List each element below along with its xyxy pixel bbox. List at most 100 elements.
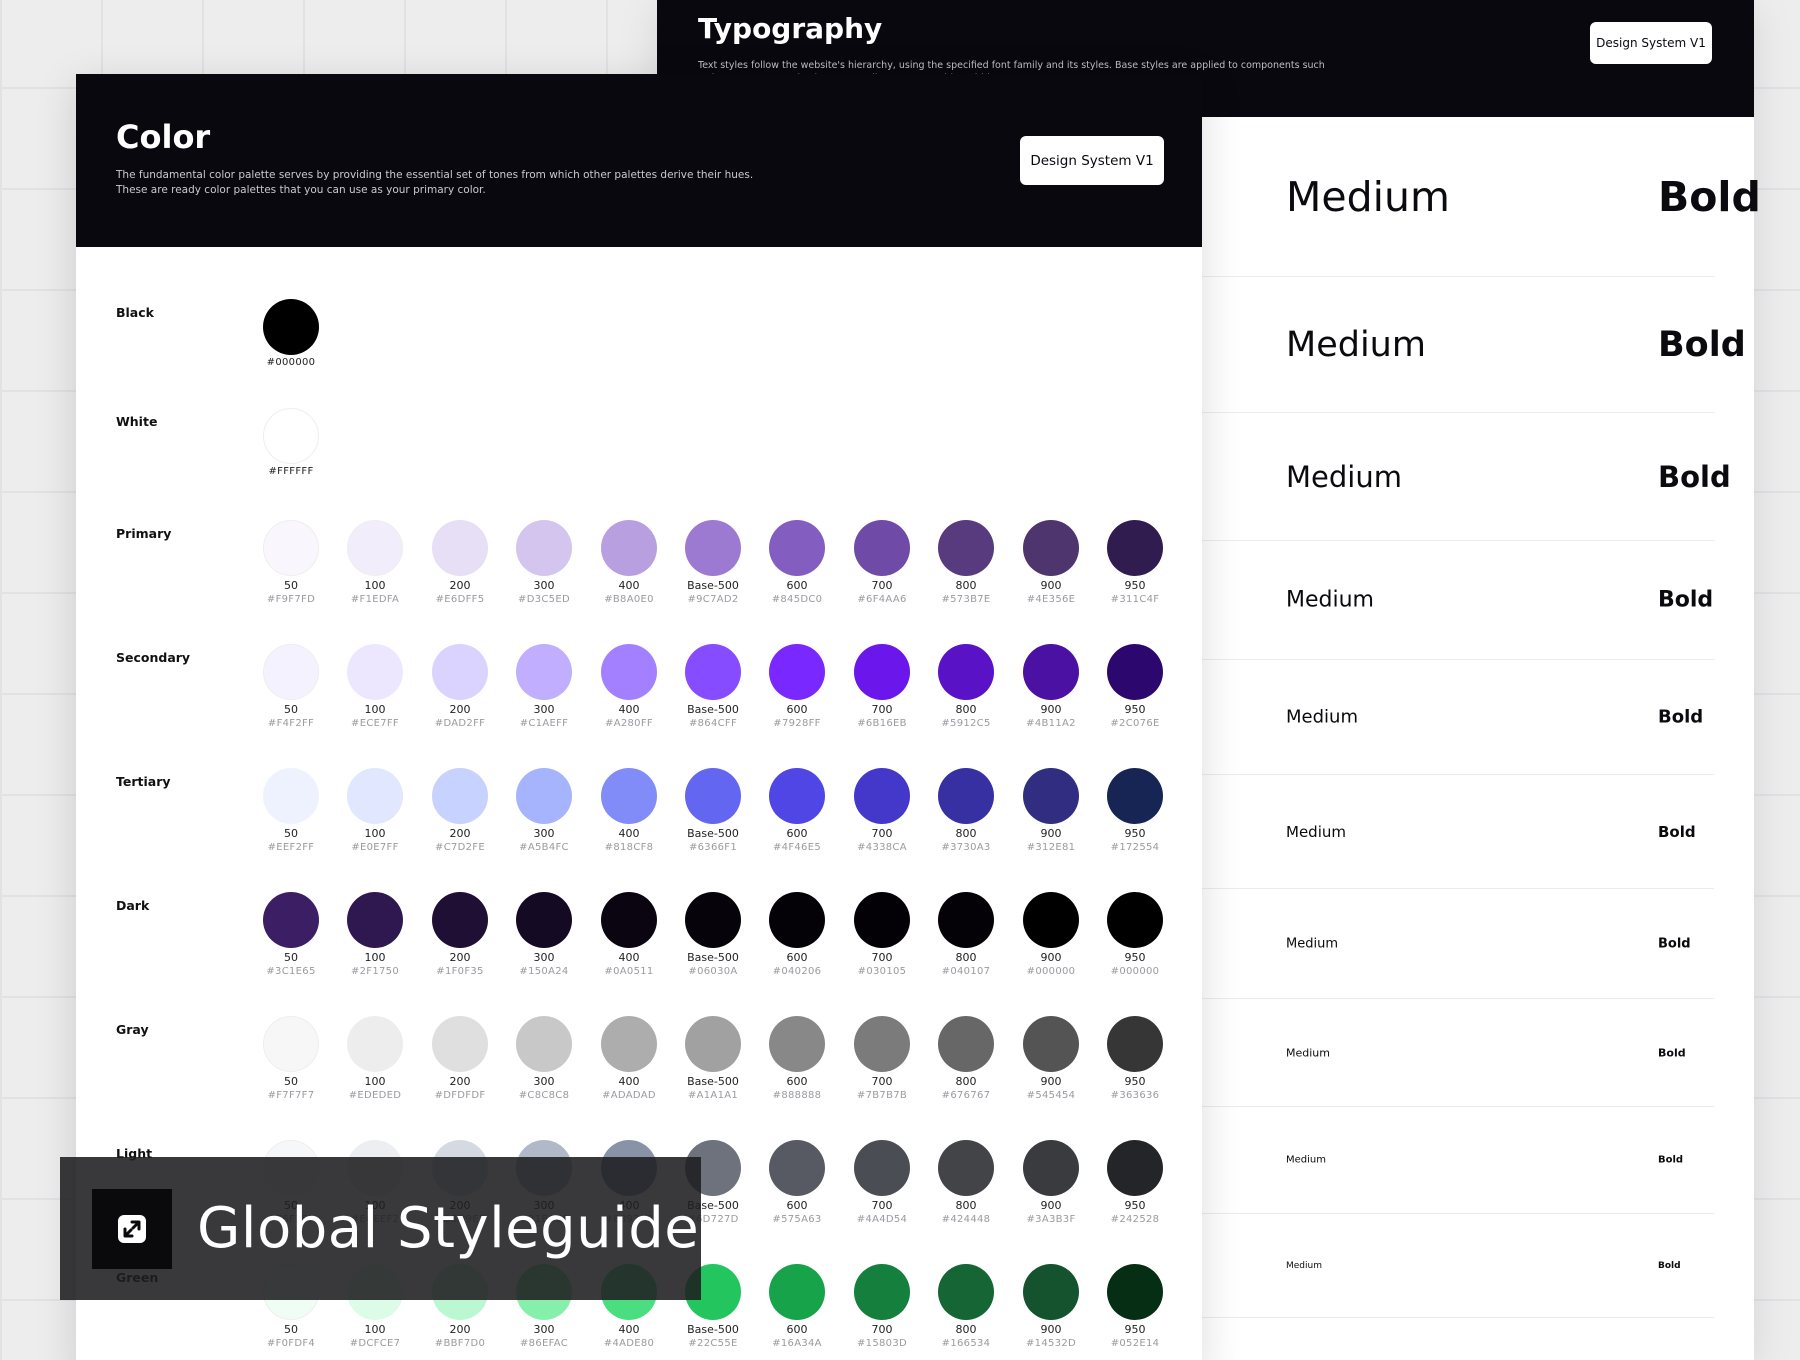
color-dot xyxy=(347,520,403,576)
swatch-hex: #4E356E xyxy=(1026,594,1076,605)
color-swatch[interactable]: 50 #3C1E65 xyxy=(256,892,326,977)
medium-sample: Medium xyxy=(1286,459,1402,494)
color-swatch[interactable]: 50 #F9F7FD xyxy=(256,520,326,605)
swatch-hex: #4F46E5 xyxy=(773,842,821,853)
color-swatch[interactable]: Base-500 #06030A xyxy=(678,892,748,977)
color-swatch-black[interactable]: #000000 xyxy=(256,299,326,368)
color-swatch[interactable]: 700 #4338CA xyxy=(847,768,917,853)
color-swatch[interactable]: 900 #312E81 xyxy=(1016,768,1086,853)
color-swatch[interactable]: 700 #4A4D54 xyxy=(847,1140,917,1225)
swatch-hex: #040206 xyxy=(772,966,822,977)
color-swatch[interactable]: 200 #DAD2FF xyxy=(425,644,495,729)
color-swatch[interactable]: 900 #4B11A2 xyxy=(1016,644,1086,729)
swatch-hex: #4ADE80 xyxy=(603,1338,655,1349)
medium-sample: Medium xyxy=(1286,587,1374,613)
color-swatch[interactable]: 400 #A280FF xyxy=(594,644,664,729)
global-styleguide-badge[interactable]: Global Styleguide xyxy=(60,1157,701,1300)
color-swatch[interactable]: 800 #166534 xyxy=(931,1264,1001,1349)
color-swatch[interactable]: Base-500 #A1A1A1 xyxy=(678,1016,748,1101)
color-swatch[interactable]: 400 #818CF8 xyxy=(594,768,664,853)
color-swatch[interactable]: 700 #030105 xyxy=(847,892,917,977)
color-swatch[interactable]: 800 #040107 xyxy=(931,892,1001,977)
color-swatch[interactable]: 900 #545454 xyxy=(1016,1016,1086,1101)
swatch-name: Base-500 xyxy=(687,827,739,840)
color-swatch[interactable]: 100 #EDEDED xyxy=(340,1016,410,1101)
color-swatch[interactable]: Base-500 #864CFF xyxy=(678,644,748,729)
color-swatch[interactable]: 600 #845DC0 xyxy=(762,520,832,605)
color-swatch[interactable]: 300 #150A24 xyxy=(509,892,579,977)
color-swatch[interactable]: 100 #F1EDFA xyxy=(340,520,410,605)
color-swatch[interactable]: 50 #F4F2FF xyxy=(256,644,326,729)
color-swatch[interactable]: 800 #424448 xyxy=(931,1140,1001,1225)
color-swatch[interactable]: 950 #2C076E xyxy=(1100,644,1170,729)
color-swatch[interactable]: 700 #7B7B7B xyxy=(847,1016,917,1101)
color-swatch[interactable]: 800 #573B7E xyxy=(931,520,1001,605)
color-swatch[interactable]: 800 #3730A3 xyxy=(931,768,1001,853)
swatch-hex: #F0FDF4 xyxy=(266,1338,316,1349)
color-swatch[interactable]: 950 #242528 xyxy=(1100,1140,1170,1225)
color-swatch[interactable]: 950 #311C4F xyxy=(1100,520,1170,605)
color-swatch[interactable]: 600 #4F46E5 xyxy=(762,768,832,853)
color-swatch[interactable]: 700 #15803D xyxy=(847,1264,917,1349)
swatch-name: 50 xyxy=(284,827,298,840)
external-link-icon[interactable] xyxy=(92,1188,172,1269)
color-swatch[interactable]: 400 #B8A0E0 xyxy=(594,520,664,605)
color-swatch[interactable]: 300 #A5B4FC xyxy=(509,768,579,853)
swatch-hex: #312E81 xyxy=(1026,842,1076,853)
color-swatch[interactable]: 950 #052E14 xyxy=(1100,1264,1170,1349)
color-swatch-white[interactable]: #FFFFFF xyxy=(256,408,326,477)
color-swatch[interactable]: 600 #888888 xyxy=(762,1016,832,1101)
color-swatch[interactable]: 600 #16A34A xyxy=(762,1264,832,1349)
color-swatch[interactable]: 950 #000000 xyxy=(1100,892,1170,977)
swatch-hex: #4338CA xyxy=(857,842,907,853)
color-swatch[interactable]: 700 #6F4AA6 xyxy=(847,520,917,605)
color-swatch[interactable]: 200 #E6DFF5 xyxy=(425,520,495,605)
bold-sample: Bold xyxy=(1658,822,1696,841)
color-swatch[interactable]: 950 #172554 xyxy=(1100,768,1170,853)
color-swatch[interactable]: 200 #1F0F35 xyxy=(425,892,495,977)
design-system-button[interactable]: Design System V1 xyxy=(1590,22,1712,64)
color-swatch[interactable]: 200 #DFDFDF xyxy=(425,1016,495,1101)
swatch-name: 700 xyxy=(871,1323,893,1336)
color-swatch[interactable]: 900 #4E356E xyxy=(1016,520,1086,605)
color-swatch[interactable]: 900 #000000 xyxy=(1016,892,1086,977)
swatch-hex: #86EFAC xyxy=(519,1338,568,1349)
color-swatch[interactable]: 50 #F7F7F7 xyxy=(256,1016,326,1101)
swatch-name: 900 xyxy=(1040,827,1062,840)
color-swatch[interactable]: 300 #D3C5ED xyxy=(509,520,579,605)
color-swatch[interactable]: 700 #6B16EB xyxy=(847,644,917,729)
swatch-hex: #DCFCE7 xyxy=(349,1338,401,1349)
color-dot xyxy=(1023,768,1079,824)
color-swatch[interactable]: 300 #C1AEFF xyxy=(509,644,579,729)
color-swatch[interactable]: 100 #E0E7FF xyxy=(340,768,410,853)
color-swatch[interactable]: 600 #7928FF xyxy=(762,644,832,729)
color-swatch[interactable]: 900 #14532D xyxy=(1016,1264,1086,1349)
color-swatch[interactable]: 900 #3A3B3F xyxy=(1016,1140,1086,1225)
design-system-button[interactable]: Design System V1 xyxy=(1020,136,1164,185)
color-dot xyxy=(1023,1264,1079,1320)
swatch-name: 50 xyxy=(284,951,298,964)
color-swatch[interactable]: 800 #5912C5 xyxy=(931,644,1001,729)
swatch-hex: #7B7B7B xyxy=(856,1090,908,1101)
color-swatch[interactable]: 600 #575A63 xyxy=(762,1140,832,1225)
color-swatch[interactable]: 100 #2F1750 xyxy=(340,892,410,977)
color-swatch[interactable]: Base-500 #6366F1 xyxy=(678,768,748,853)
color-swatch[interactable]: 400 #ADADAD xyxy=(594,1016,664,1101)
color-dot xyxy=(1023,520,1079,576)
color-swatch[interactable]: 300 #C8C8C8 xyxy=(509,1016,579,1101)
color-swatch[interactable]: 800 #676767 xyxy=(931,1016,1001,1101)
color-dot xyxy=(685,520,741,576)
color-swatch[interactable]: 400 #0A0511 xyxy=(594,892,664,977)
swatch-name: Base-500 xyxy=(687,1075,739,1088)
color-dot xyxy=(1107,1264,1163,1320)
swatch-name: 100 xyxy=(364,1075,386,1088)
color-dot xyxy=(854,768,910,824)
color-swatch[interactable]: 950 #363636 xyxy=(1100,1016,1170,1101)
color-swatch[interactable]: 100 #ECE7FF xyxy=(340,644,410,729)
swatch-name: 200 xyxy=(449,951,471,964)
color-swatch[interactable]: 600 #040206 xyxy=(762,892,832,977)
color-swatch[interactable]: 50 #EEF2FF xyxy=(256,768,326,853)
color-dot xyxy=(938,892,994,948)
color-swatch[interactable]: 200 #C7D2FE xyxy=(425,768,495,853)
color-swatch[interactable]: Base-500 #9C7AD2 xyxy=(678,520,748,605)
